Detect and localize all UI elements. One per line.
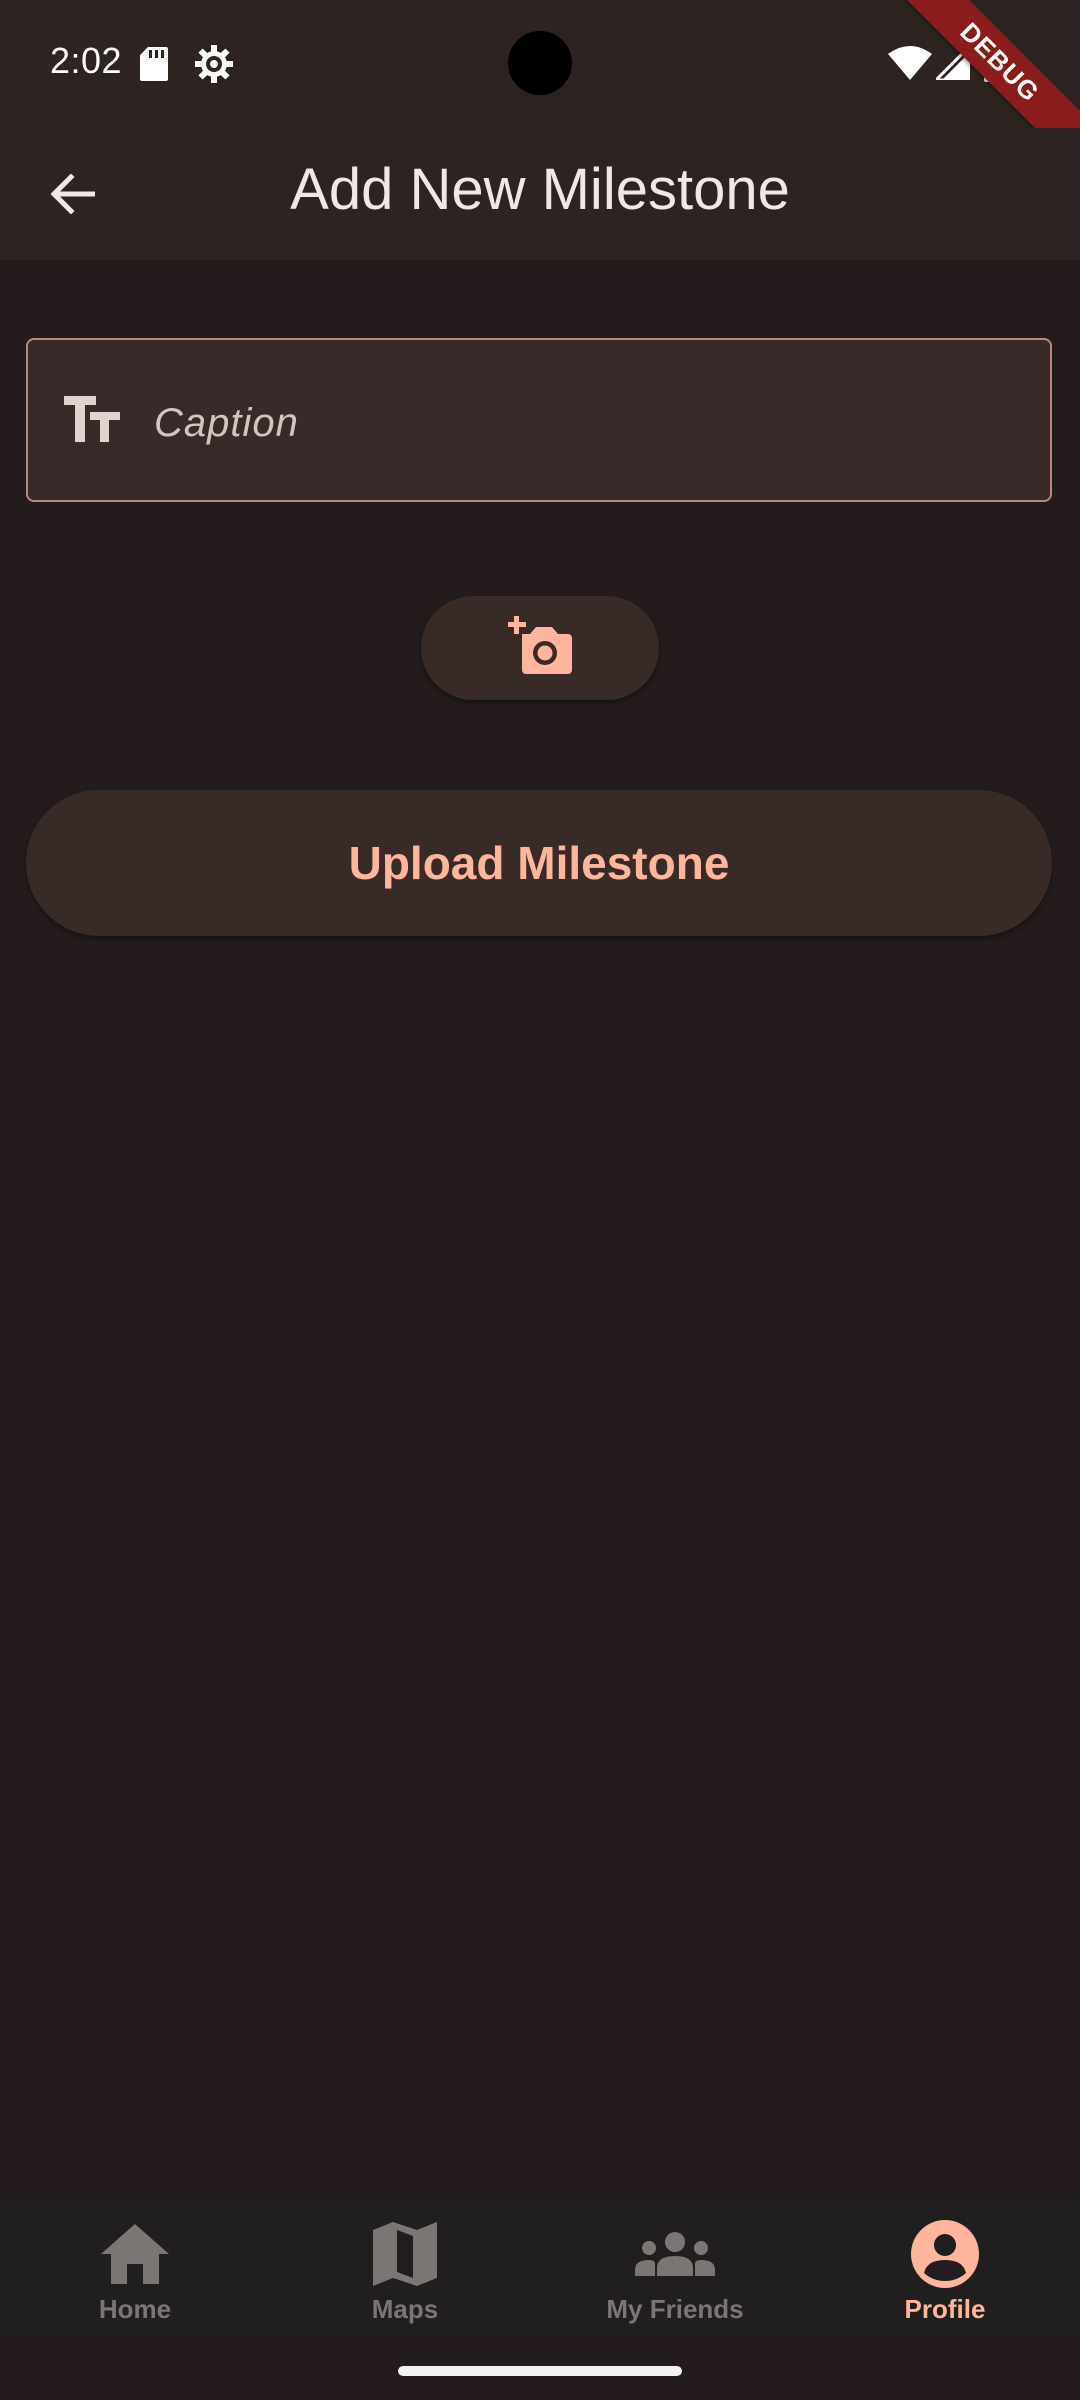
people-icon [540, 2218, 810, 2290]
nav-item-my-friends[interactable]: My Friends [540, 2204, 810, 2336]
camera-cutout [508, 31, 572, 95]
nav-label-home: Home [98, 2294, 172, 2324]
nav-label-my-friends: My Friends [606, 2294, 744, 2324]
nav-item-maps[interactable]: Maps [270, 2204, 540, 2336]
add-photo-button[interactable] [421, 596, 659, 700]
account-circle-icon [810, 2218, 1080, 2290]
nav-item-profile[interactable]: Profile [810, 2204, 1080, 2336]
sd-card-icon [140, 47, 168, 86]
status-time: 2:02 [50, 40, 123, 81]
caption-field[interactable] [26, 338, 1052, 502]
add-a-photo-icon [508, 615, 572, 681]
nav-item-home[interactable]: Home [0, 2204, 270, 2336]
map-icon [270, 2218, 540, 2290]
home-indicator[interactable] [398, 2366, 682, 2376]
page-title: Add New Milestone [290, 157, 790, 222]
gesture-area [0, 2336, 1080, 2400]
upload-milestone-button[interactable]: Upload Milestone [26, 790, 1052, 936]
wifi-icon [888, 46, 932, 85]
app-bar: Add New Milestone [0, 128, 1080, 260]
bottom-nav: Home Maps My Friends Profile [0, 2204, 1080, 2336]
home-icon [0, 2218, 270, 2290]
gear-icon [194, 44, 234, 89]
caption-input[interactable] [152, 380, 1016, 466]
text-fields-icon [64, 396, 120, 448]
status-bar: 2:02 DEBUG [0, 0, 1080, 184]
nav-label-maps: Maps [371, 2294, 439, 2324]
nav-label-profile: Profile [904, 2294, 986, 2324]
screen: 2:02 DEBUG Add New Milestone Caption Upl… [0, 0, 1080, 2400]
